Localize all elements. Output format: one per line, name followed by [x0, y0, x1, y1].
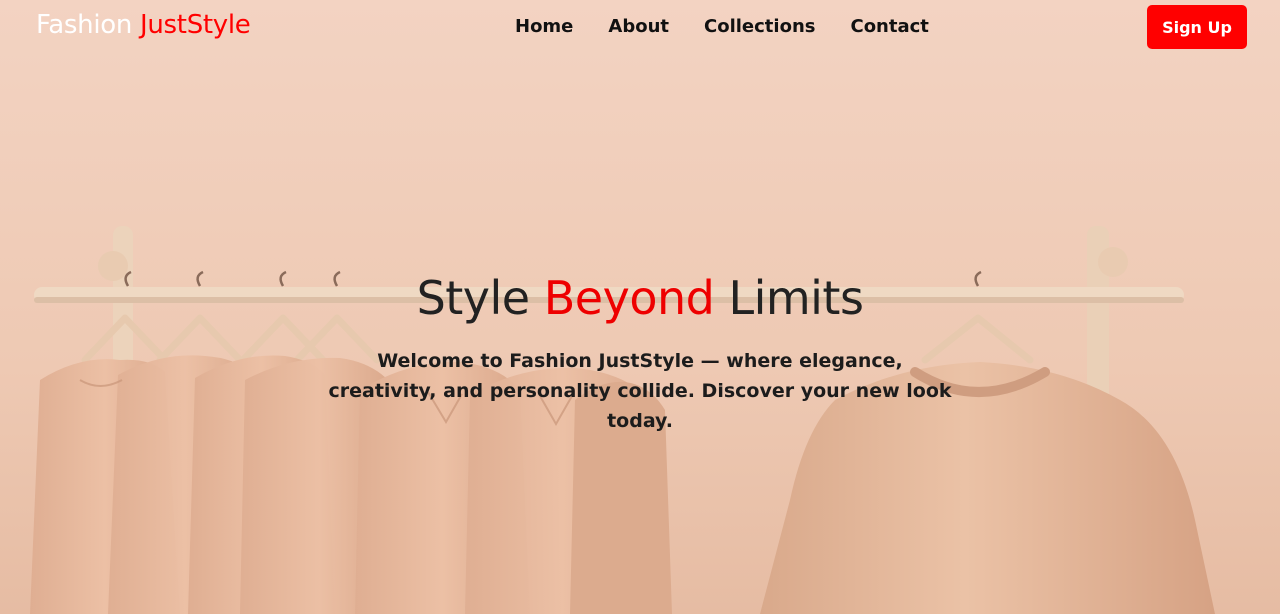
nav-links: Home About Collections Contact [515, 15, 929, 39]
hero-title-accent: Beyond [543, 271, 715, 325]
hero-title-part2: Limits [728, 271, 864, 325]
top-navbar: Fashion JustStyle Home About Collections… [0, 0, 1280, 54]
hero-title: Style Beyond Limits [290, 268, 990, 328]
nav-link-contact[interactable]: Contact [850, 15, 928, 39]
hero-title-part1: Style [416, 271, 531, 325]
nav-link-collections[interactable]: Collections [704, 15, 815, 39]
nav-link-home[interactable]: Home [515, 15, 573, 39]
brand-name-first: Fashion [36, 10, 133, 40]
nav-link-about[interactable]: About [608, 15, 669, 39]
sign-up-button[interactable]: Sign Up [1147, 5, 1247, 49]
hero-subtitle: Welcome to Fashion JustStyle — where ele… [328, 350, 952, 432]
hero-content: Style Beyond Limits Welcome to Fashion J… [290, 268, 990, 436]
brand-logo[interactable]: Fashion JustStyle [36, 8, 251, 42]
brand-name-accent: JustStyle [140, 10, 251, 40]
